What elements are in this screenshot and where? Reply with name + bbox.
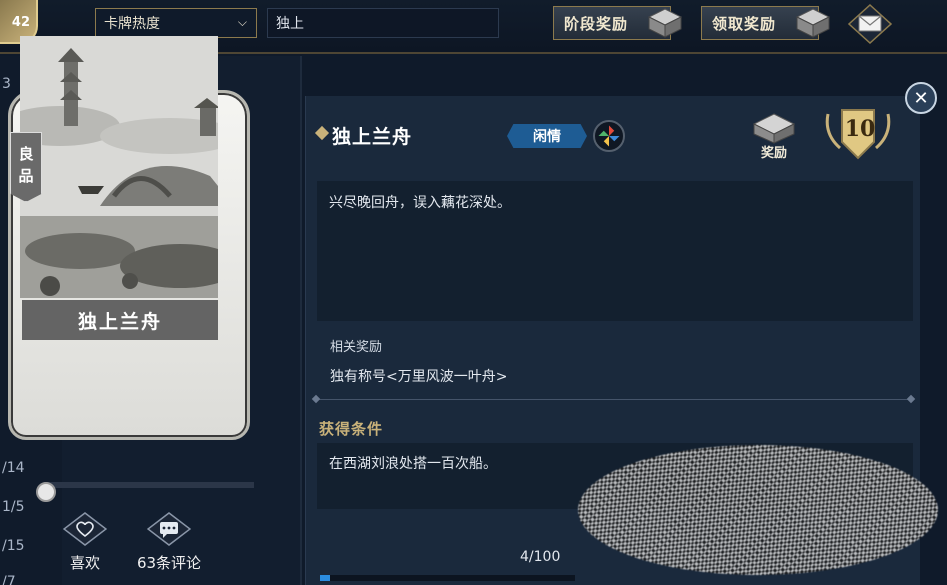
search-input-value: 独上 [276, 16, 304, 32]
list-number: /14 [2, 460, 25, 476]
progress-track [320, 575, 575, 581]
stage-reward-button[interactable]: 阶段奖励 [553, 6, 682, 40]
rarity-char: 良 [18, 145, 34, 163]
condition-text: 在西湖刘浪处搭一百次船。 [329, 456, 497, 472]
detail-title: 独上兰舟 [332, 126, 413, 148]
card-artwork [20, 36, 218, 298]
related-reward-title: 相关奖励 [330, 340, 383, 355]
list-number: 3 [2, 76, 11, 92]
comment-label: 63条评论 [136, 554, 202, 572]
sort-dropdown[interactable]: 卡牌热度 ⌵ [95, 8, 257, 38]
like-label: 喜欢 [69, 554, 100, 572]
chest-icon [752, 113, 796, 144]
comment-icon [147, 512, 191, 546]
stage-reward-label: 阶段奖励 [564, 14, 629, 33]
category-tag: 闲情 [507, 124, 587, 148]
description-text: 兴尽晚回舟，误入藕花深处。 [329, 195, 511, 211]
list-number: /7 [2, 574, 16, 585]
landscape-artwork [20, 36, 218, 298]
rarity-tag: 良 品 [10, 132, 42, 202]
condition-title: 获得条件 [319, 420, 384, 438]
reward-button[interactable]: 奖励 [752, 112, 796, 162]
level-number: 10 [844, 116, 876, 142]
card-scroll-track[interactable] [44, 482, 254, 488]
chest-icon [796, 8, 830, 38]
pinwheel-icon[interactable] [593, 120, 625, 152]
comment-button[interactable]: 63条评论 [130, 512, 208, 576]
section-divider [317, 399, 913, 400]
close-icon: ✕ [913, 87, 929, 109]
claim-reward-button[interactable]: 领取奖励 [701, 6, 830, 40]
noise-overlay [578, 445, 938, 575]
claim-reward-label: 领取奖励 [712, 14, 777, 33]
related-reward-value: 独有称号<万里风波一叶舟> [330, 369, 508, 385]
rarity-char: 品 [18, 167, 34, 185]
close-button[interactable]: ✕ [905, 82, 937, 114]
like-button[interactable]: 喜欢 [60, 512, 110, 576]
chest-icon [648, 8, 682, 38]
reward-label: 奖励 [760, 146, 787, 161]
sort-dropdown-value: 卡牌热度 [104, 16, 160, 32]
card-scroll-handle[interactable] [36, 482, 56, 502]
heart-icon [63, 512, 107, 546]
progress-count: 4/100 [520, 549, 561, 565]
list-number: 1/5 [2, 499, 25, 515]
mail-icon[interactable] [848, 4, 892, 44]
list-number: /15 [2, 538, 25, 554]
search-input[interactable]: 独上 [267, 8, 499, 38]
progress-fill [320, 575, 330, 581]
chevron-down-icon: ⌵ [237, 15, 247, 29]
card-name: 独上兰舟 [22, 300, 218, 340]
